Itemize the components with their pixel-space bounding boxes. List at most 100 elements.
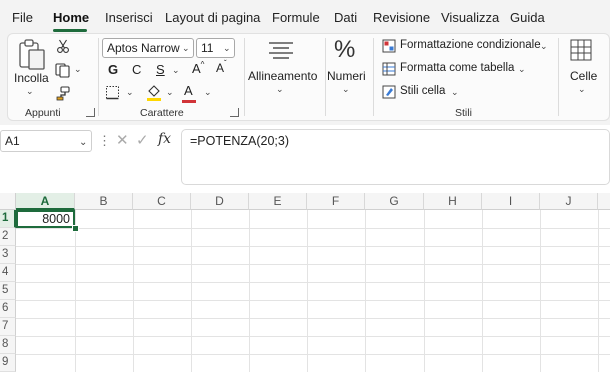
clipboard-dialog-launcher[interactable] xyxy=(86,108,95,117)
menu-file[interactable]: File xyxy=(12,10,33,25)
active-tab-indicator xyxy=(53,29,87,32)
row-header[interactable]: 8 xyxy=(0,336,16,354)
chevron-down-icon[interactable]: ⌄ xyxy=(540,41,548,52)
font-color-button[interactable]: A xyxy=(184,83,193,98)
column-header[interactable]: J xyxy=(540,193,598,210)
align-icon[interactable] xyxy=(267,40,295,62)
underline-chevron-icon[interactable]: ⌄ xyxy=(172,65,180,76)
menu-page-layout[interactable]: Layout di pagina xyxy=(165,10,260,25)
menu-bar: File Home Inserisci Layout di pagina For… xyxy=(0,0,610,33)
row-header[interactable]: 9 xyxy=(0,354,16,372)
fill-color-icon[interactable] xyxy=(146,83,162,101)
alignment-chevron-icon[interactable]: ⌄ xyxy=(276,84,284,95)
separator xyxy=(373,38,374,116)
row-header[interactable]: 4 xyxy=(0,264,16,282)
column-header[interactable]: G xyxy=(365,193,424,210)
menu-formulas[interactable]: Formule xyxy=(272,10,320,25)
menu-data[interactable]: Dati xyxy=(334,10,357,25)
gridline xyxy=(16,228,610,229)
fill-color-chevron-icon[interactable]: ⌄ xyxy=(166,87,174,98)
chevron-down-icon[interactable]: ⌄ xyxy=(518,64,526,75)
column-header[interactable]: F xyxy=(307,193,365,210)
percent-icon[interactable]: % xyxy=(334,36,355,64)
chevron-down-icon: ⌄ xyxy=(182,43,190,53)
font-size-dropdown[interactable]: 11 ⌄ xyxy=(196,38,235,58)
underline-button[interactable]: S xyxy=(156,62,165,77)
insert-function-icon[interactable]: fx xyxy=(158,131,171,147)
name-box[interactable]: A1 ⌄ xyxy=(0,130,92,152)
gridline xyxy=(16,336,610,337)
gridline xyxy=(75,210,76,372)
column-header[interactable]: I xyxy=(482,193,540,210)
column-header[interactable]: A xyxy=(16,193,75,210)
font-name-dropdown[interactable]: Aptos Narrow ⌄ xyxy=(102,38,194,58)
format-as-table-icon xyxy=(382,62,396,76)
paste-label[interactable]: Incolla xyxy=(14,71,49,85)
column-header[interactable]: B xyxy=(75,193,133,210)
clipboard-icon xyxy=(19,39,45,70)
paste-button[interactable] xyxy=(17,38,51,72)
column-header[interactable]: D xyxy=(191,193,249,210)
copy-icon[interactable] xyxy=(55,63,71,78)
format-painter-icon[interactable] xyxy=(56,86,71,101)
more-options-icon[interactable]: ⋮ xyxy=(98,133,111,149)
menu-insert[interactable]: Inserisci xyxy=(105,10,153,25)
row-header[interactable]: 6 xyxy=(0,300,16,318)
font-size-value: 11 xyxy=(201,41,214,55)
formula-input[interactable]: =POTENZA(20;3) xyxy=(181,129,610,185)
cell-styles-icon xyxy=(382,85,396,99)
menu-home[interactable]: Home xyxy=(53,10,89,25)
borders-icon[interactable] xyxy=(105,85,120,100)
number-chevron-icon[interactable]: ⌄ xyxy=(342,84,350,95)
enter-icon[interactable]: ✓ xyxy=(136,131,149,149)
number-label[interactable]: Numeri xyxy=(327,69,366,83)
italic-button[interactable]: C xyxy=(132,62,141,77)
copy-chevron-icon[interactable]: ⌄ xyxy=(74,64,82,75)
chevron-down-icon: ⌄ xyxy=(79,137,88,148)
cells-label[interactable]: Celle xyxy=(570,69,597,83)
row-header[interactable]: 2 xyxy=(0,228,16,246)
row-header[interactable]: 3 xyxy=(0,246,16,264)
row-header[interactable]: 7 xyxy=(0,318,16,336)
column-header[interactable]: E xyxy=(249,193,307,210)
paste-chevron-icon[interactable]: ⌄ xyxy=(26,86,34,97)
format-as-table-button[interactable]: Formatta come tabella xyxy=(400,62,514,74)
font-color-chevron-icon[interactable]: ⌄ xyxy=(204,87,212,98)
cell-styles-button[interactable]: Stili cella xyxy=(400,85,445,97)
gridline xyxy=(16,246,610,247)
bold-button[interactable]: G xyxy=(108,62,118,77)
cell-a1[interactable]: 8000 xyxy=(16,210,75,228)
separator xyxy=(244,38,245,116)
caret-down-icon: ˇ xyxy=(224,59,227,68)
font-name-value: Aptos Narrow xyxy=(107,41,180,55)
cells-chevron-icon[interactable]: ⌄ xyxy=(578,84,586,95)
gridline xyxy=(482,210,483,372)
gridline xyxy=(16,300,610,301)
column-header[interactable]: C xyxy=(133,193,191,210)
cancel-icon[interactable]: ✕ xyxy=(116,131,129,149)
gridline xyxy=(16,354,610,355)
font-dialog-launcher[interactable] xyxy=(230,108,239,117)
worksheet-grid[interactable]: A B C D E F G H I J 1 2 3 4 5 6 7 8 9 80… xyxy=(0,193,610,372)
menu-view[interactable]: Visualizza xyxy=(441,10,499,25)
shrink-font-button[interactable]: Aˇ xyxy=(216,59,227,75)
fill-handle[interactable] xyxy=(72,225,79,232)
column-header[interactable] xyxy=(598,193,610,210)
row-header[interactable]: 5 xyxy=(0,282,16,300)
gridline xyxy=(16,282,610,283)
chevron-down-icon[interactable]: ⌄ xyxy=(451,87,459,98)
grow-font-button[interactable]: A^ xyxy=(192,60,204,76)
column-header[interactable]: H xyxy=(424,193,482,210)
cells-icon[interactable] xyxy=(569,38,593,62)
menu-review[interactable]: Revisione xyxy=(373,10,430,25)
alignment-label[interactable]: Allineamento xyxy=(248,69,317,83)
menu-help[interactable]: Guida xyxy=(510,10,545,25)
conditional-formatting-button[interactable]: Formattazione condizionale xyxy=(400,39,541,51)
cut-icon[interactable] xyxy=(56,39,70,53)
borders-chevron-icon[interactable]: ⌄ xyxy=(126,87,134,98)
select-all-button[interactable] xyxy=(0,193,16,210)
ribbon-panel: Incolla ⌄ ⌄ Appunti Aptos Narrow ⌄ 11 ⌄ xyxy=(7,33,610,121)
grow-font-label: A xyxy=(192,61,201,76)
row-header[interactable]: 1 xyxy=(0,210,16,228)
font-group-label: Carattere xyxy=(140,107,184,119)
